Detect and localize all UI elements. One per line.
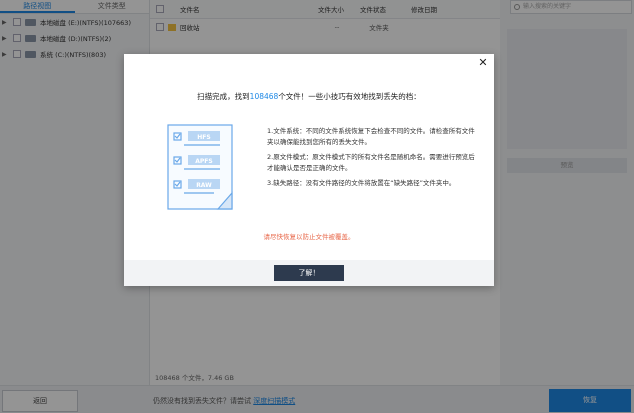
close-icon[interactable]: ✕: [477, 57, 489, 69]
tip-raw-mode: 2.原文件模式：原文件模式下的所有文件名是随机命名。需要进行预览后才能确认是否是…: [267, 153, 475, 172]
title-suffix: 个文件！一些小技巧有效地找到丢失的档：: [278, 92, 421, 101]
title-prefix: 扫描完成，找到: [197, 92, 250, 101]
tips-list: 1.文件系统：不同的文件系统恢复下会检查不同的文件。请检查所有文件夹以确保能找到…: [267, 126, 477, 194]
found-file-count: 108468: [249, 92, 279, 101]
overwrite-warning: 请尽快恢复以防止文件被覆盖。: [263, 233, 355, 241]
scan-complete-dialog: ✕ 扫描完成，找到108468个文件！一些小技巧有效地找到丢失的档： HFS A…: [124, 54, 494, 286]
tip-missing-path: 3.缺失路径：没有文件路径的文件将放置在“缺失路径”文件夹中。: [267, 179, 456, 187]
dialog-title: 扫描完成，找到108468个文件！一些小技巧有效地找到丢失的档：: [124, 91, 494, 102]
dialog-footer: 了解！: [124, 260, 494, 286]
hfs-label: HFS: [197, 134, 210, 141]
dialog-header: [124, 54, 494, 72]
raw-label: RAW: [196, 182, 212, 189]
file-system-illustration-icon: HFS APFS RAW: [167, 124, 233, 210]
apfs-label: APFS: [195, 158, 212, 165]
tip-file-system: 1.文件系统：不同的文件系统恢复下会检查不同的文件。请检查所有文件夹以确保能找到…: [267, 127, 475, 146]
got-it-button[interactable]: 了解！: [274, 265, 344, 281]
